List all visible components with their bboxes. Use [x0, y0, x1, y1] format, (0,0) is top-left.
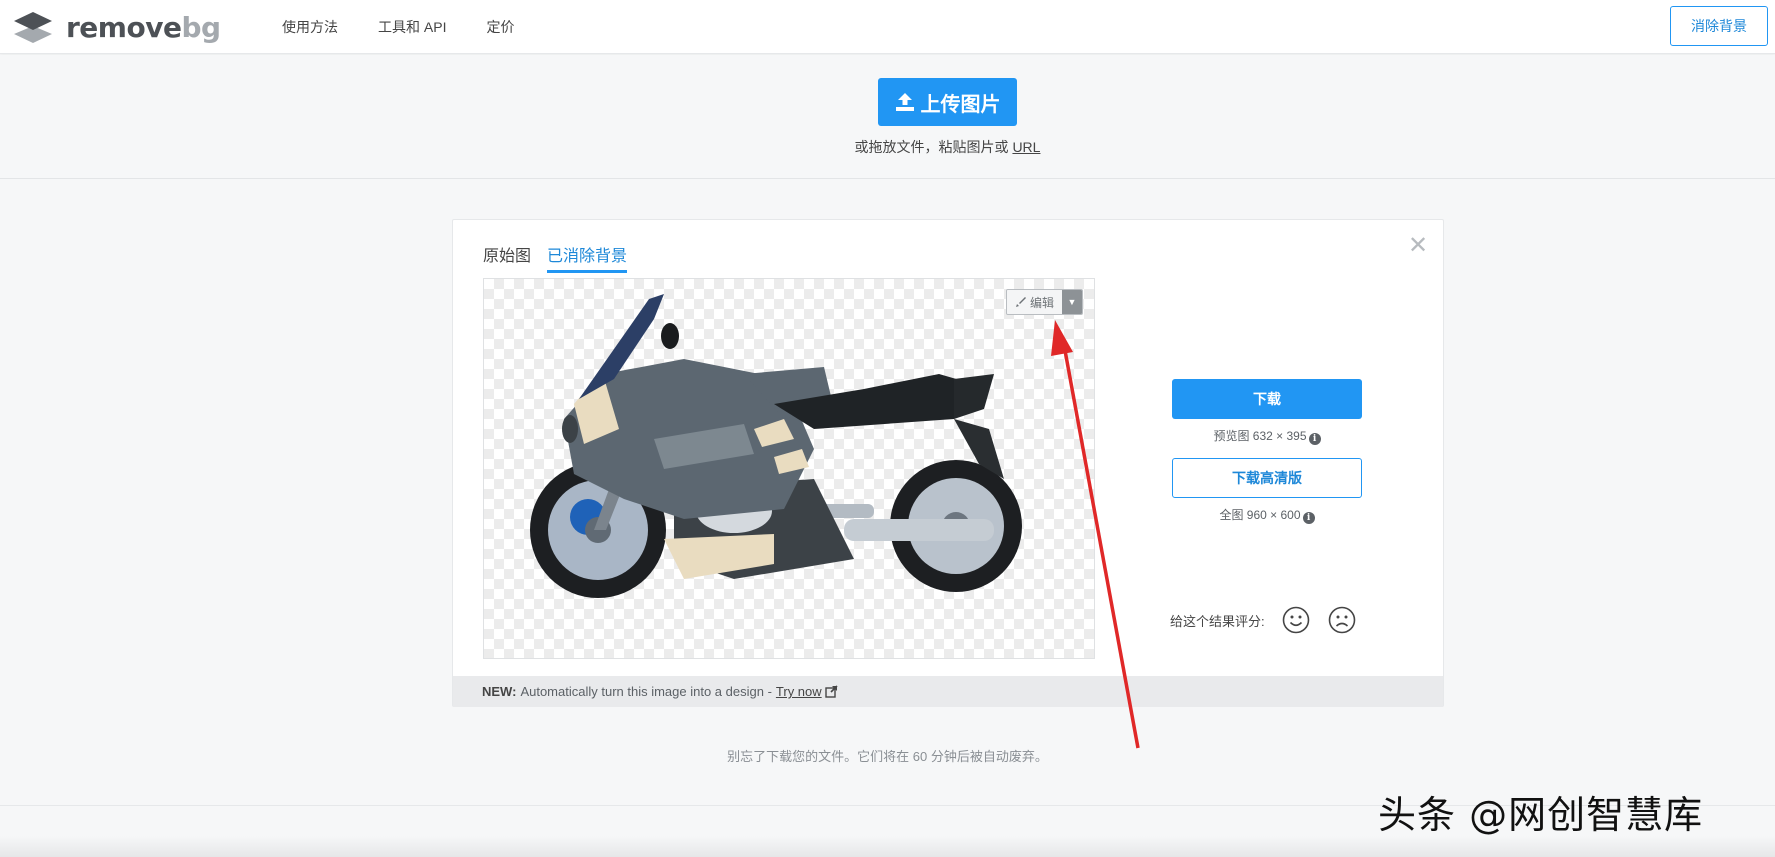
nav-how-to-use[interactable]: 使用方法	[282, 17, 338, 37]
rating-row: 给这个结果评分:	[1170, 605, 1357, 635]
upload-button-label: 上传图片	[920, 93, 1001, 116]
logo-text-remove: remove	[66, 10, 182, 44]
top-header: removebg 使用方法 工具和 API 定价 消除背景	[0, 0, 1775, 54]
promo-text: Automatically turn this image into a des…	[520, 684, 772, 699]
edit-label: 编辑	[1030, 295, 1055, 310]
brush-icon	[1016, 297, 1026, 307]
smile-icon[interactable]	[1281, 605, 1311, 635]
result-tabs: 原始图 已消除背景	[483, 242, 628, 273]
result-image: 编辑 ▼	[483, 278, 1095, 659]
motorcycle-image	[530, 294, 1022, 598]
tab-removed-background[interactable]: 已消除背景	[547, 242, 628, 273]
logo[interactable]: removebg	[12, 10, 221, 44]
edit-dropdown-icon[interactable]: ▼	[1062, 290, 1083, 314]
info-icon[interactable]: i	[1302, 512, 1315, 524]
close-icon[interactable]: ✕	[1408, 234, 1428, 258]
design-promo-bar: NEW: Automatically turn this image into …	[453, 676, 1443, 707]
upload-image-button[interactable]: 上传图片	[878, 78, 1017, 126]
nav-pricing[interactable]: 定价	[486, 17, 514, 37]
full-size-note: 全图 960 × 600 i	[1172, 506, 1362, 524]
preview-size-text: 预览图 632 × 395	[1213, 429, 1307, 443]
bottom-shade	[0, 836, 1775, 857]
watermark: 头条 @网创智慧库	[1378, 793, 1704, 837]
rating-label: 给这个结果评分:	[1170, 613, 1265, 629]
download-hd-button[interactable]: 下载高清版	[1172, 458, 1362, 498]
remove-background-button[interactable]: 消除背景	[1670, 6, 1768, 46]
logo-text-bg: bg	[181, 10, 221, 44]
external-link-icon[interactable]	[824, 685, 838, 698]
main-nav: 使用方法 工具和 API 定价	[282, 0, 514, 54]
try-now-link[interactable]: Try now	[776, 684, 822, 699]
url-link[interactable]: URL	[1012, 139, 1040, 155]
download-button[interactable]: 下载	[1172, 379, 1362, 419]
preview-size-note: 预览图 632 × 395 i	[1172, 427, 1362, 445]
result-panel: 原始图 已消除背景 ✕ 编辑 ▼ 下载 预览图 632 × 395 i 下载高清…	[452, 219, 1444, 707]
promo-new-label: NEW:	[482, 684, 517, 699]
upload-area: 上传图片 或拖放文件，粘贴图片或 URL	[0, 55, 1775, 179]
edit-button[interactable]: 编辑 ▼	[1006, 289, 1084, 315]
tab-original[interactable]: 原始图	[483, 242, 531, 273]
upload-icon	[895, 93, 914, 111]
expire-note: 别忘了下载您的文件。它们将在 60 分钟后被自动废弃。	[727, 749, 1048, 764]
upload-hint-text: 或拖放文件，粘贴图片或	[854, 139, 1009, 155]
full-size-text: 全图 960 × 600	[1219, 508, 1301, 522]
info-icon[interactable]: i	[1308, 433, 1321, 445]
upload-hint: 或拖放文件，粘贴图片或 URL	[0, 137, 1775, 157]
nav-tools-api[interactable]: 工具和 API	[378, 17, 446, 37]
frown-icon[interactable]	[1327, 605, 1357, 635]
layers-logo-icon	[14, 12, 52, 43]
